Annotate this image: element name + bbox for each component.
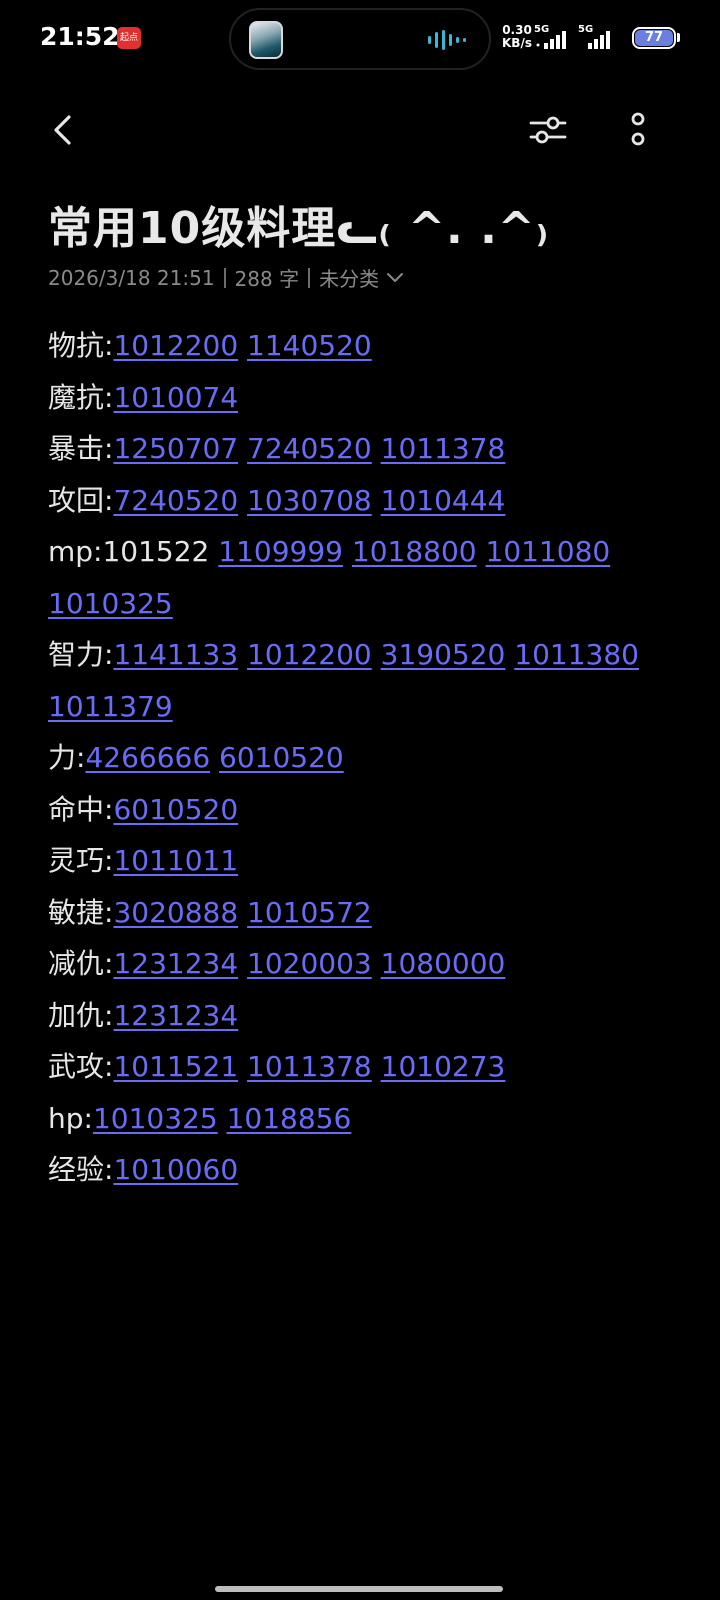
audio-wave-icon	[428, 30, 466, 50]
more-vertical-icon	[631, 112, 645, 146]
sliders-icon	[529, 116, 567, 144]
note-line: 力:4266666 6010520	[48, 732, 658, 784]
note-date: 2026/3/18 21:51	[48, 265, 215, 290]
recipe-code-link[interactable]: 1010572	[247, 896, 372, 929]
note-line: 暴击:1250707 7240520 1011378	[48, 423, 658, 475]
category-selector[interactable]: 未分类	[319, 263, 405, 292]
network-speed-unit: KB/s	[502, 36, 532, 50]
recipe-code-link[interactable]: 1010325	[48, 587, 173, 620]
back-arrow-icon	[54, 115, 71, 145]
line-label: 减仇:	[48, 947, 114, 980]
recipe-code-link[interactable]: 1011521	[113, 1050, 238, 1083]
recipe-code-link[interactable]: 3190520	[381, 638, 506, 671]
line-label: 魔抗:	[48, 380, 114, 414]
line-label: 敏捷:	[48, 895, 114, 929]
note-meta: 2026/3/18 21:51 288 字 未分类	[48, 263, 405, 292]
meta-divider	[223, 267, 226, 288]
chevron-down-icon	[387, 272, 404, 282]
recipe-code-link[interactable]: 3020888	[113, 896, 238, 929]
signal-bars-icon	[588, 31, 610, 49]
recipe-code-link[interactable]: 1231234	[113, 947, 238, 980]
home-indicator[interactable]	[215, 1586, 503, 1592]
media-thumbnail	[249, 21, 283, 59]
recipe-code-link[interactable]: 1080000	[381, 947, 506, 980]
note-line: 智力:1141133 1012200 3190520 1011380 10113…	[48, 629, 658, 732]
recipe-code-link[interactable]: 1010074	[113, 381, 238, 414]
recipe-code-link[interactable]: 1018800	[352, 535, 477, 568]
network-speed: 0.30 KB/s	[502, 24, 532, 50]
recipe-code-link[interactable]: 1011380	[514, 638, 639, 671]
line-label: 力:	[48, 741, 86, 774]
recipe-code-link[interactable]: 1030708	[247, 484, 372, 517]
recipe-code-link[interactable]: 1010325	[93, 1102, 218, 1135]
note-line: mp:101522 1109999 1018800 1011080 101032…	[48, 526, 658, 629]
recipe-code-link[interactable]: 1011378	[247, 1050, 372, 1083]
recipe-code-link[interactable]: 1011378	[381, 432, 506, 465]
recipe-code-link[interactable]: 1109999	[218, 535, 343, 568]
recipe-code-link[interactable]: 1010273	[381, 1050, 506, 1083]
word-count: 288 字	[234, 267, 300, 291]
note-line: 魔抗:1010074	[48, 372, 658, 424]
category-label: 未分类	[319, 267, 380, 291]
recipe-code-link[interactable]: 1011379	[48, 690, 173, 723]
recipe-code-link[interactable]: 1231234	[113, 999, 238, 1032]
recipe-code-link[interactable]: 1020003	[247, 947, 372, 980]
recipe-code-link[interactable]: 1018856	[227, 1102, 352, 1135]
back-button[interactable]	[36, 104, 88, 156]
note-line: 加仇:1231234	[48, 990, 658, 1042]
line-label: 灵巧:	[48, 844, 114, 877]
meta-divider	[308, 267, 311, 288]
signal-bars-icon	[536, 31, 566, 49]
recipe-code-link[interactable]: 4266666	[85, 741, 210, 774]
recipe-code-link[interactable]: 1140520	[247, 329, 372, 362]
recipe-code-link[interactable]: 1141133	[113, 638, 238, 671]
line-label: 命中:	[48, 792, 114, 826]
recipe-code-link[interactable]: 1012200	[247, 638, 372, 671]
recipe-code-link[interactable]: 7240520	[247, 432, 372, 465]
recipe-code-link[interactable]: 1011011	[113, 844, 238, 877]
line-label: 加仇:	[48, 998, 114, 1032]
line-label: hp:	[48, 1101, 93, 1135]
note-line: 命中:6010520	[48, 784, 658, 836]
signal-sim2: 5G	[578, 24, 618, 52]
line-label: 暴击:	[48, 432, 114, 465]
recipe-code-link[interactable]: 1250707	[113, 432, 238, 465]
recipe-code-link[interactable]: 7240520	[113, 484, 238, 517]
dynamic-island[interactable]	[229, 8, 491, 70]
app-notification-badge: 起点	[117, 27, 141, 49]
recipe-code-link[interactable]: 6010520	[113, 793, 238, 826]
note-title[interactable]: 常用10级料理ᓚ₍ ^. .^₎	[48, 192, 549, 256]
note-line: 物抗:1012200 1140520	[48, 320, 658, 372]
note-line: hp:1010325 1018856	[48, 1093, 658, 1145]
battery-indicator: 77	[632, 27, 676, 49]
recipe-code-link[interactable]: 1010060	[113, 1153, 238, 1186]
recipe-code-link[interactable]: 1012200	[113, 329, 238, 362]
note-body[interactable]: 物抗:1012200 1140520 魔抗:1010074 暴击:1250707 7…	[48, 320, 658, 1196]
note-line: 攻回:7240520 1030708 1010444	[48, 475, 658, 527]
note-line: 灵巧:1011011	[48, 835, 658, 887]
note-line: 武攻:1011521 1011378 1010273	[48, 1041, 658, 1093]
filter-button[interactable]	[522, 104, 574, 156]
note-line: 减仇:1231234 1020003 1080000	[48, 938, 658, 990]
status-bar: 21:52 起点 0.30 KB/s 5G 5G 77	[0, 0, 720, 78]
line-label: mp:101522	[48, 535, 219, 568]
line-label: 攻回:	[48, 483, 114, 517]
signal-sim1: 5G	[534, 24, 574, 52]
status-time: 21:52	[40, 22, 120, 51]
line-label: 经验:	[48, 1153, 114, 1186]
line-label: 物抗:	[48, 329, 114, 362]
recipe-code-link[interactable]: 1011080	[486, 535, 611, 568]
note-line: 经验:1010060	[48, 1144, 658, 1196]
battery-tip	[677, 33, 680, 42]
line-label: 武攻:	[48, 1050, 114, 1083]
recipe-code-link[interactable]: 1010444	[381, 484, 506, 517]
line-label: 智力:	[48, 638, 114, 671]
battery-level: 77	[635, 30, 673, 46]
note-line: 敏捷:3020888 1010572	[48, 887, 658, 939]
recipe-code-link[interactable]: 6010520	[219, 741, 344, 774]
more-button[interactable]	[612, 104, 664, 156]
